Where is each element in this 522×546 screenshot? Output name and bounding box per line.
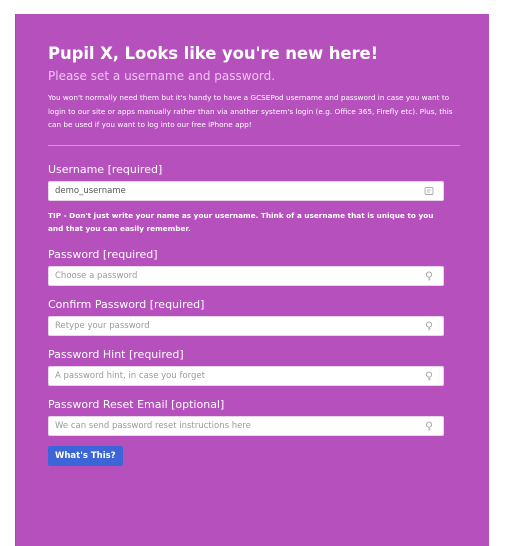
- reset-email-field-wrapper: [48, 415, 444, 436]
- confirm-password-label: Confirm Password [required]: [48, 297, 205, 311]
- key-icon[interactable]: [424, 321, 434, 331]
- key-icon[interactable]: [424, 421, 434, 431]
- password-hint-input[interactable]: [55, 366, 415, 385]
- password-hint-label: Password Hint [required]: [48, 347, 184, 361]
- username-label: Username [required]: [48, 162, 163, 176]
- password-hint-field-wrapper: [48, 365, 444, 386]
- page-title: Pupil X, Looks like you're new here!: [48, 44, 379, 63]
- password-label: Password [required]: [48, 247, 158, 261]
- reset-email-input[interactable]: [55, 416, 415, 435]
- password-input[interactable]: [55, 266, 415, 285]
- confirm-password-field-wrapper: [48, 315, 444, 336]
- key-icon[interactable]: [424, 271, 434, 281]
- intro-text: You won't normally need them but it's ha…: [48, 93, 453, 129]
- page-subtitle: Please set a username and password.: [48, 69, 276, 83]
- password-field-wrapper: [48, 265, 444, 286]
- username-tip: TIP - Don't just write your name as your…: [48, 210, 434, 234]
- key-icon[interactable]: [424, 371, 434, 381]
- card-icon[interactable]: [424, 186, 434, 196]
- username-field-wrapper: [48, 180, 444, 201]
- signup-panel: Pupil X, Looks like you're new here! Ple…: [15, 14, 489, 546]
- divider: [48, 144, 460, 146]
- whats-this-button[interactable]: What's This?: [48, 445, 123, 466]
- reset-email-label: Password Reset Email [optional]: [48, 397, 225, 411]
- username-input[interactable]: [55, 181, 415, 200]
- confirm-password-input[interactable]: [55, 316, 415, 335]
